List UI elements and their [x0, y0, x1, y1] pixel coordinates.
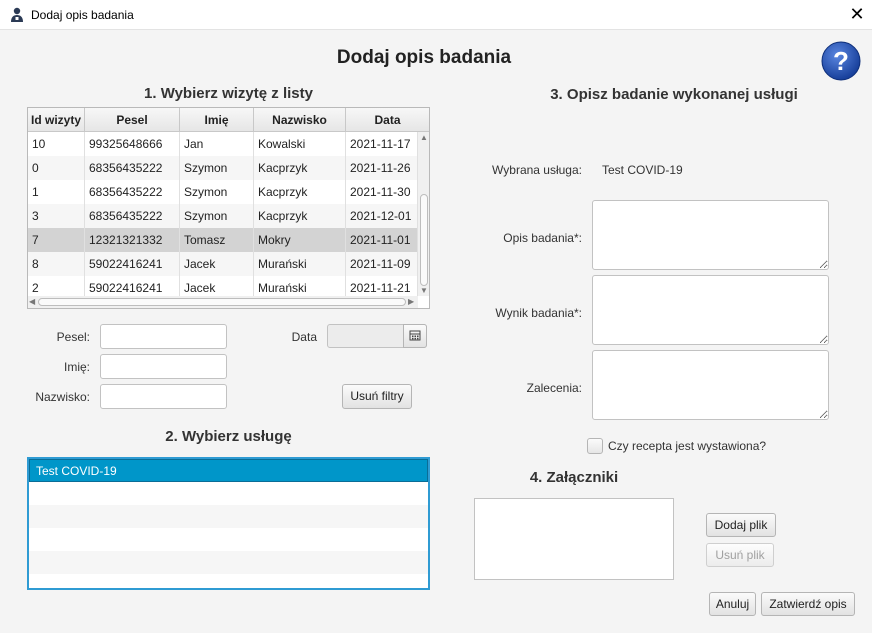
column-header-pesel[interactable]: Pesel [85, 108, 180, 132]
cell-nazwisko: Mokry [254, 228, 346, 252]
empty-list-row [29, 528, 428, 551]
wynik-textarea[interactable] [592, 275, 829, 345]
cell-id: 10 [28, 132, 85, 156]
section-attachments-title: 4. Załączniki [529, 469, 619, 486]
remove-file-button[interactable]: Usuń plik [706, 543, 774, 567]
wynik-label: Wynik badania*: [495, 306, 582, 320]
cell-imie: Jan [180, 132, 254, 156]
cell-data: 2021-11-30 [346, 180, 418, 204]
close-icon[interactable]: ✕ [846, 3, 868, 25]
empty-list-row [29, 551, 428, 574]
table-row[interactable]: 3 68356435222 Szymon Kacprzyk 2021-12-01 [28, 204, 418, 228]
cell-pesel: 68356435222 [85, 156, 180, 180]
cell-data: 2021-12-01 [346, 204, 418, 228]
zalecenia-textarea[interactable] [592, 350, 829, 420]
selected-service-value: Test COVID-19 [602, 163, 683, 177]
service-list-item[interactable]: Test COVID-19 [29, 459, 428, 482]
table-row[interactable]: 8 59022416241 Jacek Murański 2021-11-09 [28, 252, 418, 276]
cell-data: 2021-11-26 [346, 156, 418, 180]
vertical-scroll-thumb[interactable] [420, 194, 428, 286]
column-header-data[interactable]: Data [346, 108, 429, 132]
cell-id: 0 [28, 156, 85, 180]
scroll-left-icon[interactable]: ◀ [29, 297, 35, 307]
table-row[interactable]: 10 99325648666 Jan Kowalski 2021-11-17 [28, 132, 418, 156]
data-label: Data [291, 330, 317, 344]
vertical-scrollbar[interactable]: ▲ ▼ [418, 132, 429, 296]
cell-imie: Szymon [180, 180, 254, 204]
cell-pesel: 68356435222 [85, 204, 180, 228]
column-header-id[interactable]: Id wizyty [28, 108, 85, 132]
table-row[interactable]: 1 68356435222 Szymon Kacprzyk 2021-11-30 [28, 180, 418, 204]
column-header-nazwisko[interactable]: Nazwisko [254, 108, 346, 132]
cell-pesel: 68356435222 [85, 180, 180, 204]
section-visit-title: 1. Wybierz wizytę z listy [144, 85, 313, 102]
help-label: ? [833, 46, 849, 76]
service-label: Wybrana usługa: [492, 163, 582, 177]
cell-nazwisko: Kacprzyk [254, 180, 346, 204]
date-picker-button[interactable] [403, 324, 427, 348]
imie-label: Imię: [63, 360, 90, 374]
cell-data: 2021-11-01 [346, 228, 418, 252]
cell-nazwisko: Kowalski [254, 132, 346, 156]
cell-nazwisko: Kacprzyk [254, 156, 346, 180]
window-title: Dodaj opis badania [31, 8, 134, 22]
recepta-checkbox[interactable] [587, 438, 603, 454]
zalecenia-label: Zalecenia: [526, 381, 582, 395]
cell-data: 2021-11-09 [346, 252, 418, 276]
service-list[interactable]: Test COVID-19 [27, 457, 430, 590]
nazwisko-input[interactable] [100, 384, 227, 409]
calendar-icon [409, 330, 421, 341]
opis-label: Opis badania*: [503, 231, 582, 245]
cell-pesel: 99325648666 [85, 132, 180, 156]
pesel-input[interactable] [100, 324, 227, 349]
cell-id: 7 [28, 228, 85, 252]
cell-nazwisko: Kacprzyk [254, 204, 346, 228]
cell-data: 2021-11-17 [346, 132, 418, 156]
pesel-label: Pesel: [56, 330, 90, 344]
horizontal-scroll-thumb[interactable] [38, 298, 406, 306]
confirm-button[interactable]: Zatwierdź opis [761, 592, 855, 616]
horizontal-scrollbar[interactable]: ◀ ▶ [28, 296, 418, 308]
add-file-button[interactable]: Dodaj plik [706, 513, 776, 537]
imie-input[interactable] [100, 354, 227, 379]
empty-list-row [29, 482, 428, 505]
section-service-title: 2. Wybierz usługę [165, 428, 292, 445]
empty-list-row [29, 505, 428, 528]
cancel-button[interactable]: Anuluj [709, 592, 756, 616]
cell-pesel: 59022416241 [85, 252, 180, 276]
cell-id: 8 [28, 252, 85, 276]
service-item-label: Test COVID-19 [36, 464, 117, 478]
recepta-label: Czy recepta jest wystawiona? [608, 439, 767, 453]
table-header: Id wizyty Pesel Imię Nazwisko Data [28, 108, 429, 132]
cell-imie: Jacek [180, 252, 254, 276]
cell-id: 1 [28, 180, 85, 204]
table-row[interactable]: 0 68356435222 Szymon Kacprzyk 2021-11-26 [28, 156, 418, 180]
cell-imie: Tomasz [180, 228, 254, 252]
table-row[interactable]: 7 12321321332 Tomasz Mokry 2021-11-01 [28, 228, 418, 252]
user-icon [11, 7, 23, 22]
cell-imie: Szymon [180, 156, 254, 180]
cell-nazwisko: Murański [254, 252, 346, 276]
page-title: Dodaj opis badania [336, 47, 512, 68]
nazwisko-label: Nazwisko: [35, 390, 90, 404]
section-description-title: 3. Opisz badanie wykonanej usługi [550, 86, 798, 103]
column-header-imie[interactable]: Imię [180, 108, 254, 132]
scroll-up-icon[interactable]: ▲ [420, 133, 428, 143]
scroll-down-icon[interactable]: ▼ [420, 286, 428, 296]
cell-imie: Szymon [180, 204, 254, 228]
opis-textarea[interactable] [592, 200, 829, 270]
visits-table[interactable]: Id wizyty Pesel Imię Nazwisko Data 10 993… [27, 107, 430, 309]
attachments-list[interactable] [474, 498, 674, 580]
scroll-right-icon[interactable]: ▶ [408, 297, 414, 307]
help-icon[interactable]: ? [821, 41, 861, 81]
clear-filters-button[interactable]: Usuń filtry [342, 384, 412, 409]
cell-pesel: 12321321332 [85, 228, 180, 252]
cell-id: 3 [28, 204, 85, 228]
title-bar: Dodaj opis badania ✕ [0, 0, 872, 30]
